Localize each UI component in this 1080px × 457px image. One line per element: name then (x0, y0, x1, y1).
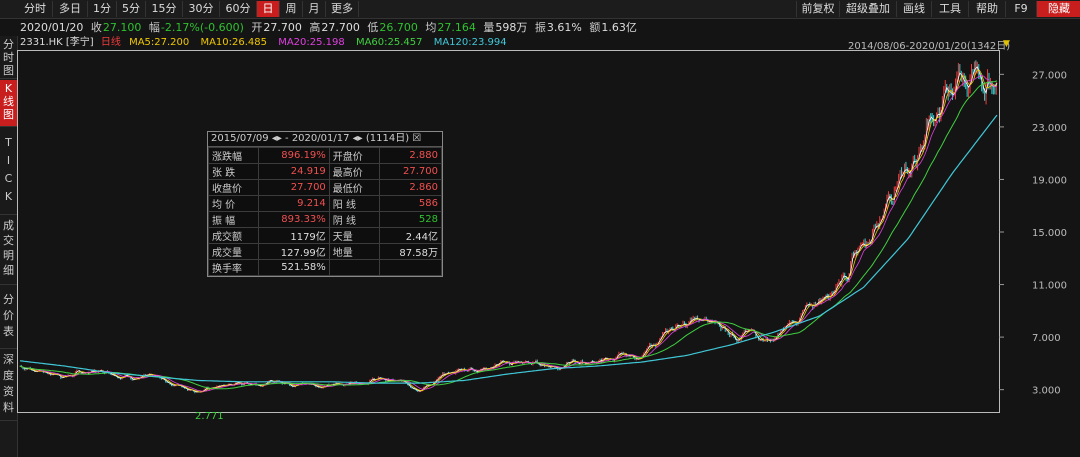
stats-label: 最高价 (328, 163, 381, 180)
stats-row: 成交量 127.99亿 地量 87.58万 (207, 243, 442, 260)
stats-value: 528 (379, 211, 442, 228)
stats-value: 9.214 (258, 195, 330, 212)
stats-value: 896.19% (258, 147, 330, 164)
stats-label (328, 259, 381, 276)
stats-value (379, 259, 442, 276)
stats-row: 振 幅 893.33% 阴 线 528 (207, 211, 442, 228)
stats-label: 振 幅 (207, 211, 260, 228)
stats-value: 127.99亿 (258, 243, 330, 260)
stats-row: 收盘价 27.700 最低价 2.860 (207, 179, 442, 196)
stats-label: 均 价 (207, 195, 260, 212)
stats-label: 地量 (328, 243, 381, 260)
range-dropdown-icon[interactable]: ▼ (1003, 39, 1010, 49)
y-tick-label: 11.000 (1032, 281, 1067, 292)
stats-value: 586 (379, 195, 442, 212)
stats-value: 24.919 (258, 163, 330, 180)
y-tick-label: 7.000 (1032, 333, 1061, 344)
y-tick-label: 23.000 (1032, 123, 1067, 134)
stats-row: 成交额 1179亿 天量 2.44亿 (207, 227, 442, 244)
stats-value: 521.58% (258, 259, 330, 276)
stats-label: 换手率 (207, 259, 260, 276)
stats-label: 成交额 (207, 227, 260, 244)
stats-row: 换手率 521.58% (207, 259, 442, 276)
ma120-line (19, 114, 998, 384)
stats-label: 成交量 (207, 243, 260, 260)
stats-value: 27.700 (379, 163, 442, 180)
stats-label: 阳 线 (328, 195, 381, 212)
stats-label: 收盘价 (207, 179, 260, 196)
stats-value: 2.44亿 (379, 227, 442, 244)
stats-label: 阴 线 (328, 211, 381, 228)
kline-chart: 27.000 23.000 19.000 15.000 11.000 7.000 3.000… (19, 39, 1067, 422)
stats-value: 87.58万 (379, 243, 442, 260)
stats-table: 涨跌幅 896.19% 开盘价 2.880 张 跌 24.919 最高价 27.700 收盘价 2… (207, 147, 442, 276)
stats-value: 893.33% (258, 211, 330, 228)
stats-label: 涨跌幅 (207, 147, 260, 164)
stats-header: 2015/07/09 ◂▸ - 2020/01/17 ◂▸ (1114日) ☒ (208, 132, 442, 147)
stats-row: 均 价 9.214 阳 线 586 (207, 195, 442, 212)
stats-value: 1179亿 (258, 227, 330, 244)
ma10-line (19, 69, 998, 393)
y-tick-label: 19.000 (1032, 175, 1067, 186)
stats-value: 2.860 (379, 179, 442, 196)
min-price-label: 2.771 (195, 411, 224, 422)
stats-row: 涨跌幅 896.19% 开盘价 2.880 (207, 147, 442, 164)
ma60-line (19, 80, 998, 390)
y-tick-label: 15.000 (1032, 228, 1067, 239)
ma5-line (19, 66, 998, 393)
stats-value: 2.880 (379, 147, 442, 164)
stats-value: 27.700 (258, 179, 330, 196)
y-tick-label: 3.000 (1032, 386, 1061, 397)
ma20-line (19, 74, 998, 392)
stats-row: 张 跌 24.919 最高价 27.700 (207, 163, 442, 180)
stats-label: 开盘价 (328, 147, 381, 164)
stats-label: 天量 (328, 227, 381, 244)
interval-stats-panel: 2015/07/09 ◂▸ - 2020/01/17 ◂▸ (1114日) ☒ … (207, 131, 443, 277)
y-tick-label: 27.000 (1032, 70, 1067, 81)
stats-label: 张 跌 (207, 163, 260, 180)
stats-label: 最低价 (328, 179, 381, 196)
